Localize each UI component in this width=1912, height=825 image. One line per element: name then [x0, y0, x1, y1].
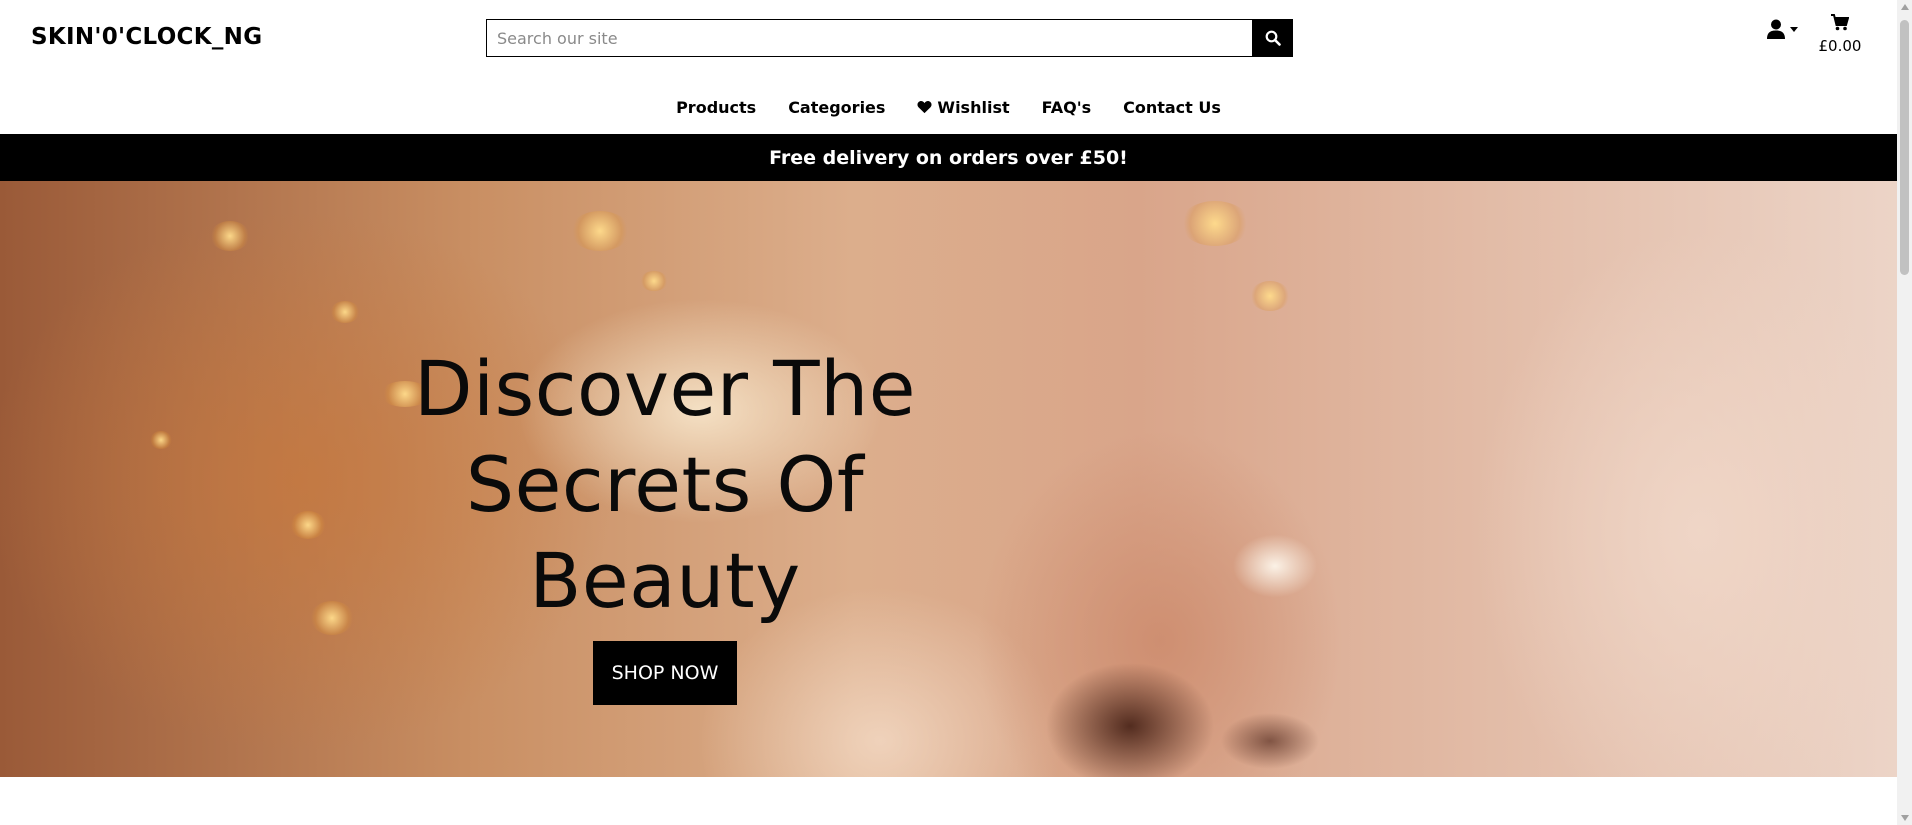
nav-categories[interactable]: Categories: [772, 96, 901, 118]
search-input[interactable]: [486, 19, 1252, 57]
nav-label: Products: [676, 97, 757, 117]
nav-wishlist[interactable]: Wishlist: [901, 96, 1025, 118]
hero-image-sparkle: [310, 601, 354, 635]
hero-section: Discover The Secrets Of Beauty SHOP NOW: [0, 181, 1897, 777]
shopping-cart-icon: [1831, 14, 1850, 31]
cart-button[interactable]: £0.00: [1815, 14, 1865, 55]
search-bar: [486, 19, 1293, 57]
main-nav: Products Categories Wishlist FAQ's Conta…: [0, 96, 1897, 118]
nav-products[interactable]: Products: [660, 96, 772, 118]
scroll-up-arrow-icon[interactable]: [1901, 4, 1909, 10]
hero-image-sparkle: [1250, 281, 1290, 311]
shop-now-button[interactable]: SHOP NOW: [592, 641, 738, 705]
account-dropdown[interactable]: [1766, 14, 1808, 44]
search-icon: [1265, 30, 1281, 46]
hero-image-sparkle: [210, 221, 250, 251]
hero-image-sparkle: [570, 211, 630, 251]
hero-title-line: Secrets Of: [465, 440, 865, 529]
hero-content: Discover The Secrets Of Beauty SHOP NOW: [400, 341, 930, 705]
hero-title: Discover The Secrets Of Beauty: [400, 341, 930, 629]
nav-label: FAQ's: [1041, 97, 1092, 117]
nav-faqs[interactable]: FAQ's: [1026, 96, 1108, 118]
page-scrollbar[interactable]: [1897, 0, 1912, 825]
nav-label: Contact Us: [1123, 97, 1221, 117]
scrollbar-thumb[interactable]: [1900, 20, 1909, 275]
hero-title-line: Discover The: [413, 344, 916, 433]
search-button[interactable]: [1252, 19, 1293, 57]
hero-image-sparkle: [640, 271, 668, 291]
user-icon: [1767, 19, 1785, 39]
page: SKIN'0'CLOCK_NG £0.00 Products Categorie…: [0, 0, 1897, 825]
brand-logo[interactable]: SKIN'0'CLOCK_NG: [31, 24, 262, 50]
hero-title-line: Beauty: [529, 536, 801, 625]
nav-label: Categories: [788, 97, 886, 117]
nav-contact-us[interactable]: Contact Us: [1107, 96, 1237, 118]
hero-image-sparkle: [150, 431, 172, 449]
cart-total: £0.00: [1818, 37, 1862, 55]
heart-icon: [917, 101, 932, 114]
promo-banner: Free delivery on orders over £50!: [0, 134, 1897, 181]
hero-image-sparkle: [290, 511, 326, 539]
scroll-down-arrow-icon[interactable]: [1901, 815, 1909, 821]
hero-image-sparkle: [330, 301, 360, 323]
chevron-down-icon: [1790, 26, 1798, 32]
hero-image-sparkle: [1180, 201, 1250, 246]
promo-text: Free delivery on orders over £50!: [769, 146, 1128, 169]
nav-label: Wishlist: [937, 97, 1010, 117]
